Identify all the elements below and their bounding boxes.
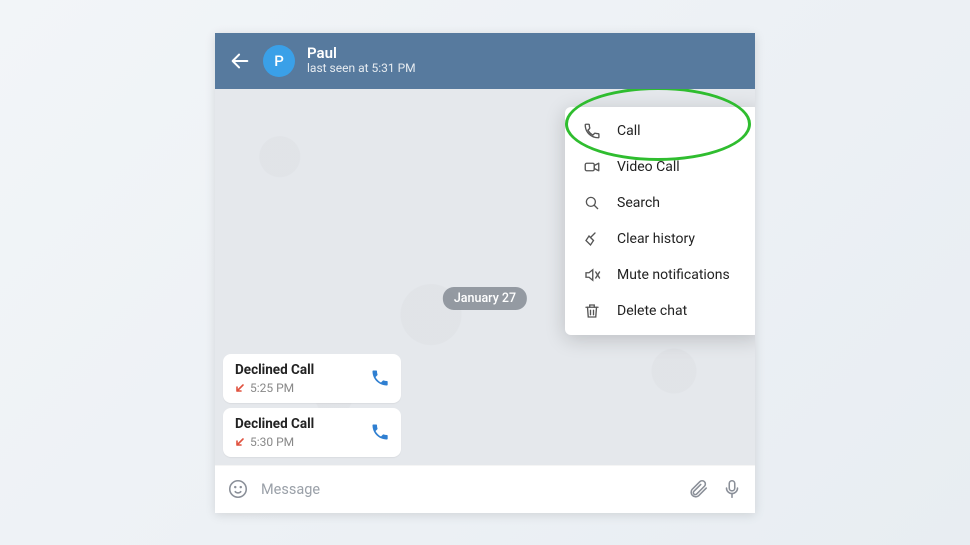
menu-item-mute[interactable]: Mute notifications [565,257,755,293]
chat-area: January 27 Declined Call 5:25 PM Decline… [215,89,755,465]
back-button[interactable] [229,50,251,72]
call-log-item[interactable]: Declined Call 5:25 PM [223,354,401,403]
paperclip-icon [687,478,709,500]
menu-item-search[interactable]: Search [565,185,755,221]
menu-label: Delete chat [617,303,687,319]
arrow-left-icon [229,50,251,72]
phone-icon [583,122,601,140]
menu-label: Search [617,195,660,211]
emoji-icon [227,478,249,500]
date-separator: January 27 [443,287,527,310]
menu-label: Call [617,123,641,139]
mute-icon [583,266,601,284]
video-icon [583,158,601,176]
attach-button[interactable] [687,478,709,500]
phone-icon [370,422,390,442]
missed-call-arrow-icon [235,383,245,393]
avatar[interactable]: P [263,45,295,77]
emoji-button[interactable] [227,478,249,500]
context-menu: Call Video Call Search Clear history Mut… [565,107,755,335]
callback-button[interactable] [369,421,391,443]
call-time: 5:30 PM [250,435,294,449]
menu-label: Clear history [617,231,695,247]
call-log-item[interactable]: Declined Call 5:30 PM [223,408,401,457]
menu-item-delete-chat[interactable]: Delete chat [565,293,755,329]
menu-item-clear-history[interactable]: Clear history [565,221,755,257]
call-title: Declined Call [235,362,314,378]
missed-call-arrow-icon [235,437,245,447]
chat-window: P Paul last seen at 5:31 PM January 27 D… [215,33,755,513]
microphone-icon [721,478,743,500]
search-icon [583,194,601,212]
header-title-block[interactable]: Paul last seen at 5:31 PM [307,45,416,76]
call-time: 5:25 PM [250,381,294,395]
menu-label: Mute notifications [617,267,730,283]
menu-item-call[interactable]: Call [565,113,755,149]
message-input[interactable] [261,481,675,498]
avatar-initial: P [274,52,284,70]
menu-item-video-call[interactable]: Video Call [565,149,755,185]
callback-button[interactable] [369,367,391,389]
menu-label: Video Call [617,159,680,175]
message-input-bar [215,465,755,513]
contact-name: Paul [307,45,416,62]
message-list: Declined Call 5:25 PM Declined Call 5:30… [223,354,401,457]
trash-icon [583,302,601,320]
voice-button[interactable] [721,478,743,500]
chat-header: P Paul last seen at 5:31 PM [215,33,755,89]
phone-icon [370,368,390,388]
last-seen-status: last seen at 5:31 PM [307,62,416,76]
call-title: Declined Call [235,416,314,432]
broom-icon [583,230,601,248]
